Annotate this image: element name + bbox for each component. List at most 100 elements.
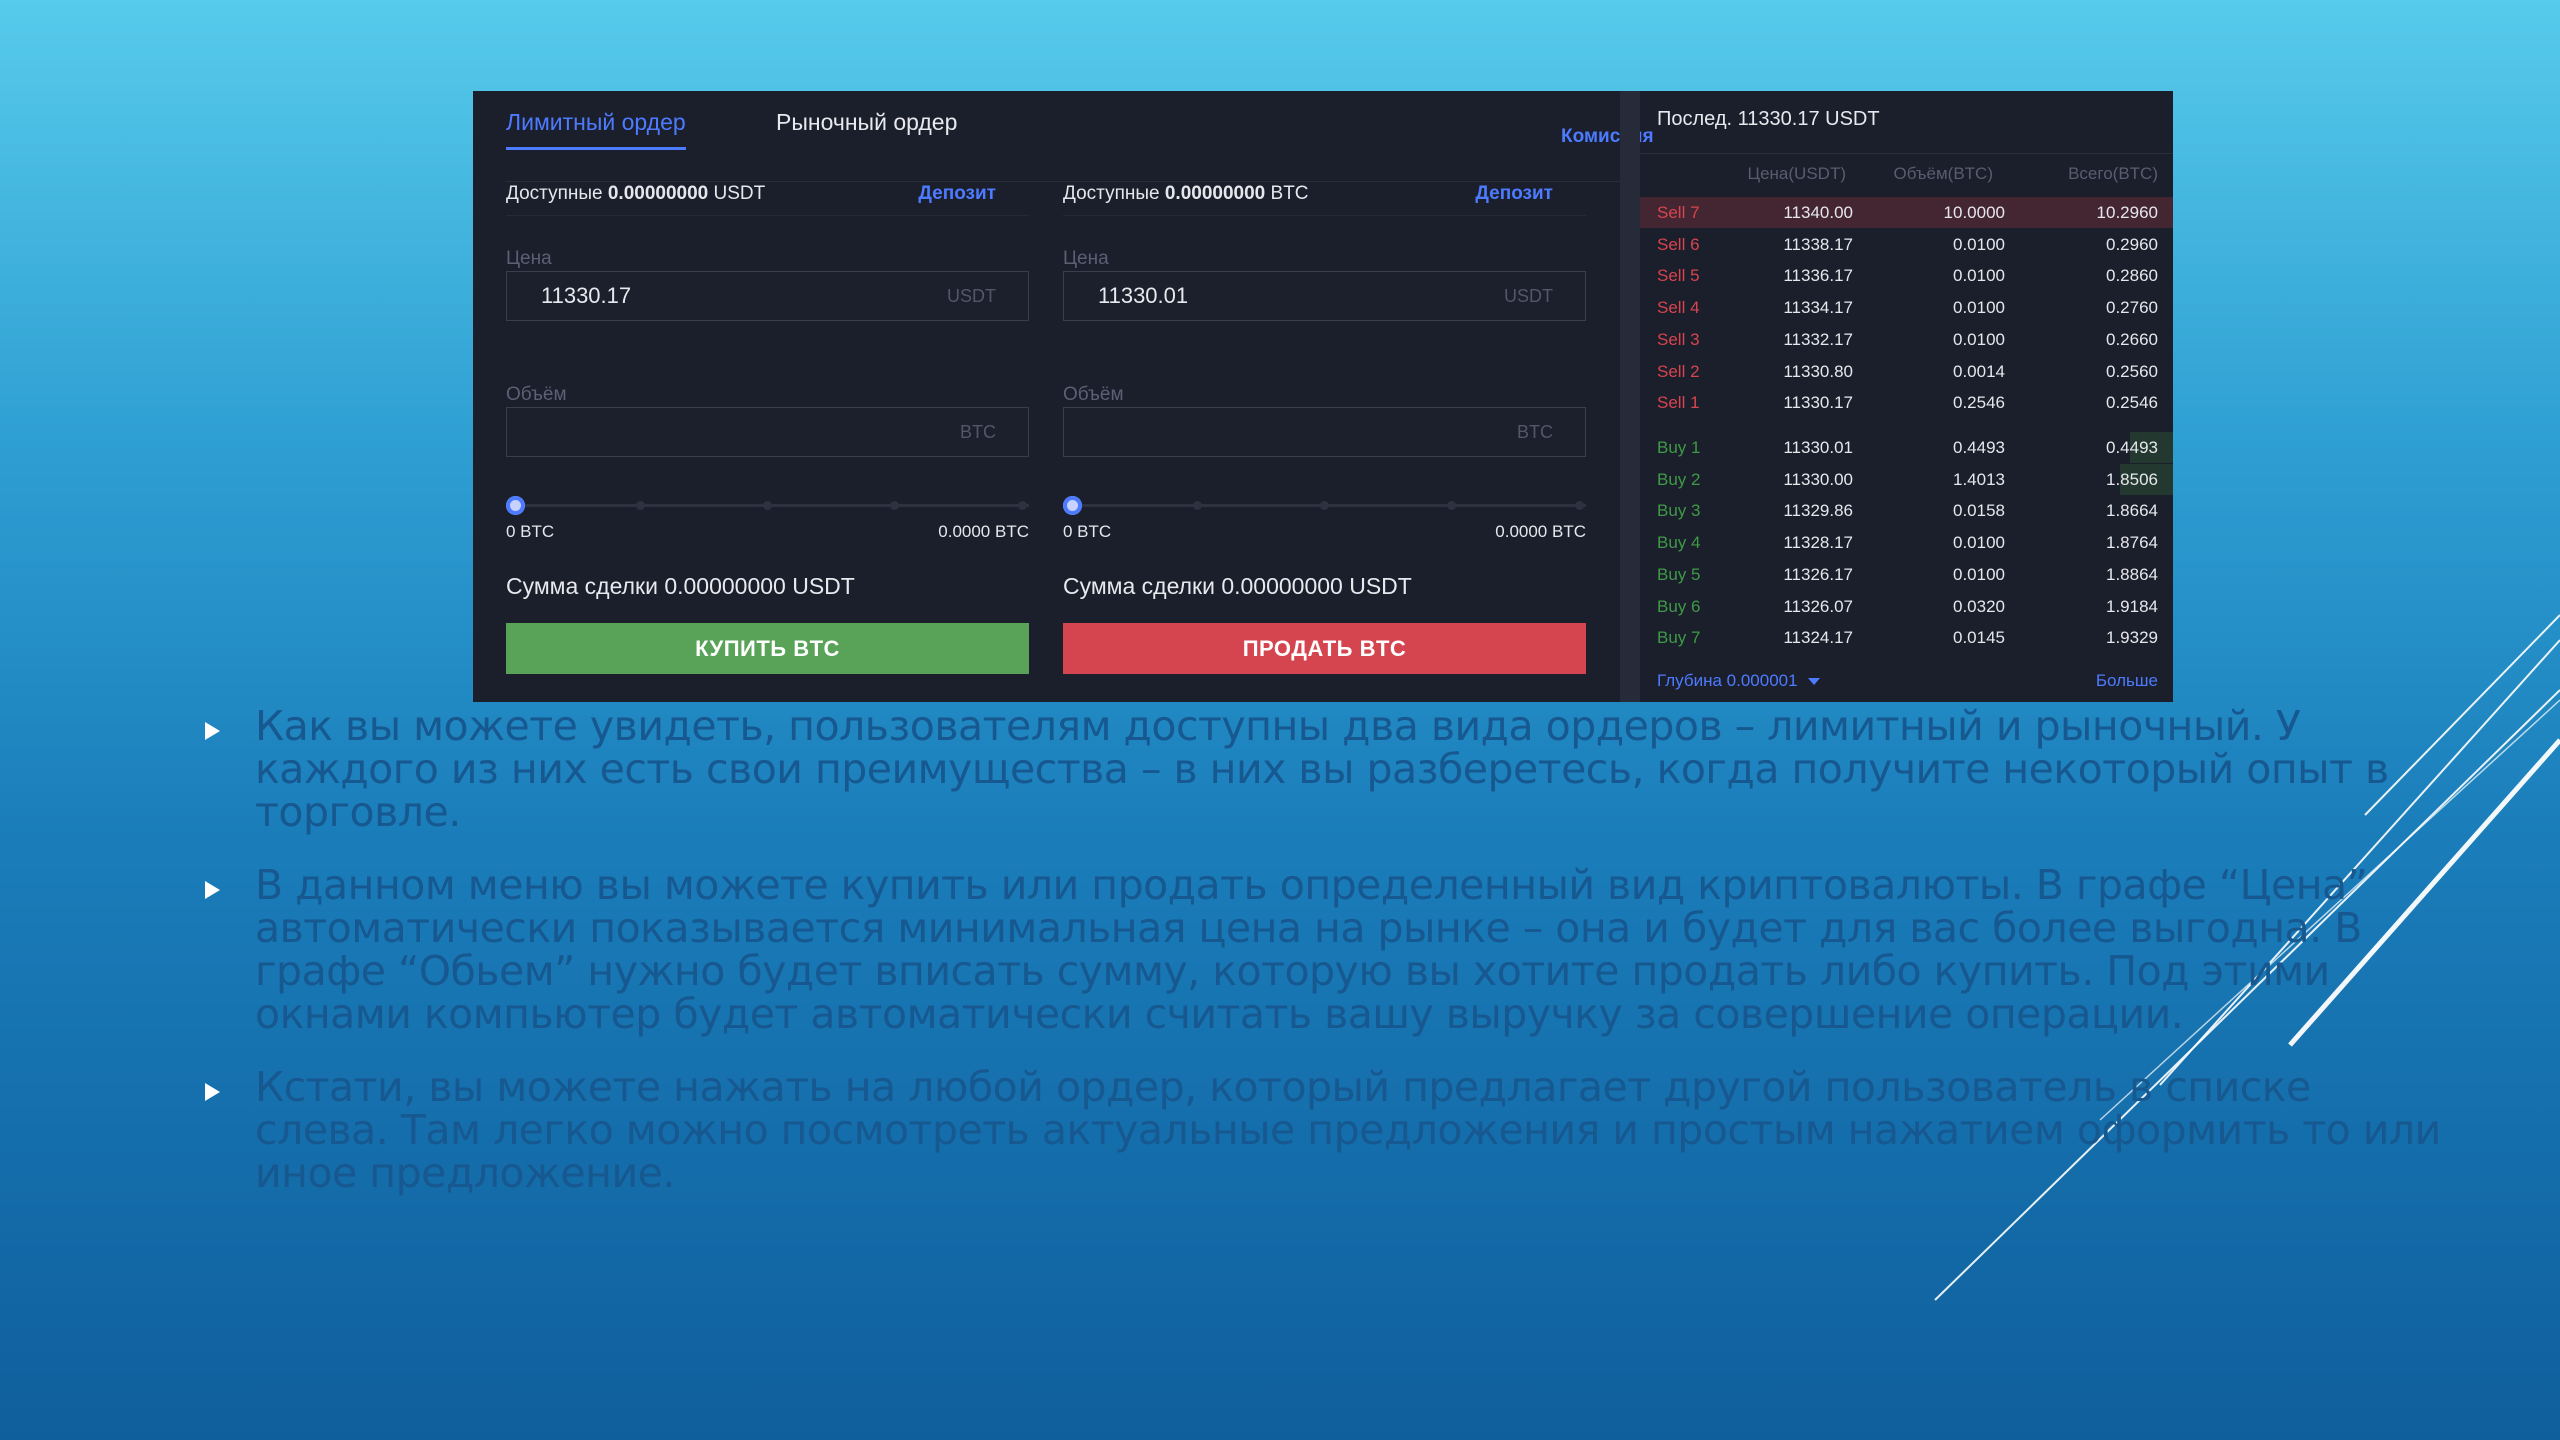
buy-deposit-link[interactable]: Депозит: [918, 183, 996, 205]
order-total: 1.9184: [2106, 596, 2158, 616]
order-label: Sell 3: [1657, 329, 1700, 349]
order-price: 11330.01: [1783, 438, 1853, 457]
order-volume: 10.0000: [1943, 203, 2005, 222]
order-label: Buy 6: [1657, 596, 1701, 616]
buy-btc-button[interactable]: КУПИТЬ BTC: [506, 623, 1029, 674]
order-volume: 0.0320: [1953, 596, 2005, 616]
available-amount: 0.00000000: [607, 183, 709, 204]
buy-amount-slider[interactable]: [506, 496, 1029, 516]
buy-volume-input[interactable]: BTC: [506, 407, 1029, 457]
bullet-text: Кстати, вы можете нажать на любой ордер,…: [255, 1063, 2441, 1197]
slider-step-dot: [1447, 501, 1456, 510]
header-volume: Объём(BTC): [1893, 164, 1994, 183]
buy-price-input[interactable]: 11330.17 USDT: [506, 271, 1029, 321]
slider-step-dot: [636, 501, 645, 510]
order-price: 11330.80: [1783, 361, 1853, 381]
sell-form: Доступные 0.00000000 BTC Депозит Цена 11…: [1063, 91, 1586, 674]
order-volume: 0.0145: [1953, 628, 2005, 648]
buy-slider-min: 0 BTC: [506, 522, 555, 541]
buy-order-row[interactable]: Buy 1 11330.01 0.4493 0.4493: [1640, 432, 2173, 463]
order-total: 1.8506: [2106, 469, 2158, 489]
order-volume: 0.0100: [1953, 533, 2005, 553]
sell-amount-slider[interactable]: [1063, 496, 1586, 516]
order-price: 11338.17: [1783, 234, 1853, 254]
sell-trade-total: Сумма сделки 0.00000000 USDT: [1063, 573, 1412, 599]
sell-slider-min: 0 BTC: [1063, 522, 1112, 541]
order-label: Sell 2: [1657, 361, 1700, 381]
buy-volume-unit: BTC: [960, 422, 996, 442]
sell-order-row[interactable]: Sell 2 11330.80 0.0014 0.2560: [1640, 356, 2173, 387]
bullet-text: Как вы можете увидеть, пользователям дос…: [255, 702, 2389, 836]
buy-order-row[interactable]: Buy 2 11330.00 1.4013 1.8506: [1640, 463, 2173, 495]
order-label: Sell 5: [1657, 266, 1700, 286]
available-amount: 0.00000000: [1164, 183, 1266, 204]
order-total: 1.8764: [2106, 533, 2158, 553]
caret-down-icon: [1807, 678, 1820, 686]
header-price: Цена(USDT): [1747, 164, 1846, 183]
order-price: 11329.86: [1783, 501, 1853, 521]
order-label: Buy 4: [1657, 533, 1701, 553]
last-price: Послед. 11330.17 USDT: [1657, 108, 1880, 130]
order-total: 0.4493: [2106, 438, 2158, 457]
depth-selector[interactable]: Глубина 0.000001: [1657, 671, 1820, 691]
sell-btc-button[interactable]: ПРОДАТЬ BTC: [1063, 623, 1586, 674]
buy-order-row[interactable]: Buy 4 11328.17 0.0100 1.8764: [1640, 527, 2173, 558]
available-label: Доступные: [1063, 183, 1160, 204]
buy-trade-total: Сумма сделки 0.00000000 USDT: [506, 573, 855, 599]
order-volume: 0.0100: [1953, 329, 2005, 349]
divider: [1640, 153, 2173, 154]
order-book: Послед. 11330.17 USDT Цена(USDT) Объём(B…: [1640, 91, 2173, 702]
order-label: Sell 6: [1657, 234, 1700, 254]
sell-volume-unit: BTC: [1517, 422, 1553, 442]
slider-handle[interactable]: [506, 496, 525, 515]
divider: [1063, 215, 1586, 216]
order-price: 11326.07: [1783, 596, 1853, 616]
sell-price-value: 11330.01: [1098, 283, 1189, 308]
buy-order-row[interactable]: Buy 7 11324.17 0.0145 1.9329: [1640, 622, 2173, 653]
slider-step-dot: [1018, 501, 1027, 510]
buy-order-row[interactable]: Buy 3 11329.86 0.0158 1.8664: [1640, 495, 2173, 526]
order-volume: 1.4013: [1953, 469, 2005, 489]
bullet-item: Как вы можете увидеть, пользователям дос…: [205, 705, 2450, 834]
order-total: 0.2760: [2106, 298, 2158, 318]
header-total: Всего(BTC): [2068, 164, 2158, 183]
bullet-text: В данном меню вы можете купить или прода…: [255, 861, 2368, 1038]
order-volume: 0.2546: [1953, 393, 2005, 413]
order-volume: 0.0014: [1953, 361, 2005, 381]
order-total: 0.2546: [2106, 393, 2158, 413]
sell-order-row[interactable]: Sell 4 11334.17 0.0100 0.2760: [1640, 292, 2173, 323]
sell-order-row[interactable]: Sell 6 11338.17 0.0100 0.2960: [1640, 229, 2173, 260]
order-label: Buy 5: [1657, 564, 1701, 584]
order-volume: 0.0100: [1953, 564, 2005, 584]
order-label: Buy 1: [1657, 438, 1701, 457]
sell-order-row[interactable]: Sell 5 11336.17 0.0100 0.2860: [1640, 260, 2173, 291]
available-unit: USDT: [713, 183, 766, 204]
sell-order-row[interactable]: Sell 1 11330.17 0.2546 0.2546: [1640, 387, 2173, 418]
buy-order-row[interactable]: Buy 5 11326.17 0.0100 1.8864: [1640, 559, 2173, 590]
sell-order-row[interactable]: Sell 7 11340.00 10.0000 10.2960: [1640, 197, 2173, 228]
sell-price-input[interactable]: 11330.01 USDT: [1063, 271, 1586, 321]
trading-panel: Лимитный ордер Рыночный ордер Комиссия Д…: [473, 91, 2173, 702]
order-price: 11336.17: [1783, 266, 1853, 286]
buy-order-row[interactable]: Buy 6 11326.07 0.0320 1.9184: [1640, 591, 2173, 622]
slider-step-dot: [1575, 501, 1584, 510]
order-label: Sell 7: [1657, 203, 1700, 222]
bullet-arrow-icon: [205, 722, 220, 740]
buy-slider-max: 0.0000 BTC: [938, 522, 1029, 541]
available-label: Доступные: [506, 183, 603, 204]
order-total: 1.8664: [2106, 501, 2158, 521]
order-price: 11324.17: [1783, 628, 1853, 648]
order-price: 11334.17: [1783, 298, 1853, 318]
more-link[interactable]: Больше: [2096, 671, 2158, 691]
sell-deposit-link[interactable]: Депозит: [1475, 183, 1553, 205]
order-form: Лимитный ордер Рыночный ордер Комиссия Д…: [473, 91, 1654, 702]
sell-volume-input[interactable]: BTC: [1063, 407, 1586, 457]
sell-volume-label: Объём: [1063, 384, 1124, 405]
buy-price-unit: USDT: [947, 286, 996, 306]
order-total: 0.2860: [2106, 266, 2158, 286]
slider-step-dot: [763, 501, 772, 510]
order-volume: 0.0100: [1953, 266, 2005, 286]
slider-handle[interactable]: [1063, 496, 1082, 515]
sell-order-row[interactable]: Sell 3 11332.17 0.0100 0.2660: [1640, 324, 2173, 355]
sell-slider-max: 0.0000 BTC: [1495, 522, 1586, 541]
